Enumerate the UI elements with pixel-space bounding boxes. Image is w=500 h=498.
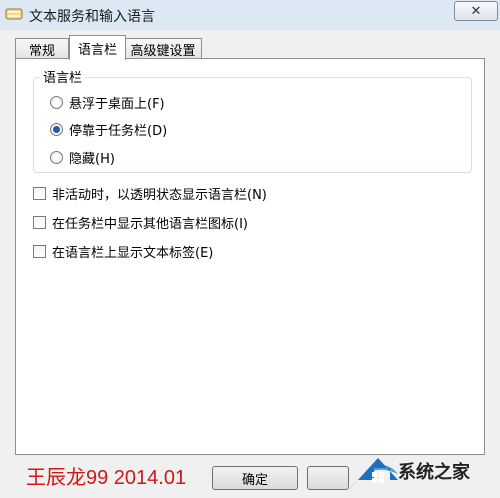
ok-button[interactable]: 确定 xyxy=(212,466,298,490)
tab-label: 高级键设置 xyxy=(130,43,196,59)
radio-label: 停靠于任务栏(D) xyxy=(69,124,168,139)
tab-language-bar[interactable]: 语言栏 xyxy=(69,35,126,60)
radio-button[interactable] xyxy=(50,151,63,164)
tab-label: 语言栏 xyxy=(77,42,117,58)
radio-button[interactable] xyxy=(50,123,63,136)
checkbox[interactable] xyxy=(33,245,46,258)
radio-dock-in-taskbar[interactable]: 停靠于任务栏(D) xyxy=(50,120,167,139)
checkbox-label: 在任务栏中显示其他语言栏图标(I) xyxy=(52,217,248,232)
tab-label: 常规 xyxy=(28,43,55,59)
window-title: 文本服务和输入语言 xyxy=(29,9,155,25)
radio-float-on-desktop[interactable]: 悬浮于桌面上(F) xyxy=(50,93,165,112)
title-bar: 文本服务和输入语言 ✕ xyxy=(0,0,500,30)
checkbox-label: 非活动时，以透明状态显示语言栏(N) xyxy=(52,188,267,203)
close-icon: ✕ xyxy=(470,3,482,19)
button-label: 确定 xyxy=(241,472,268,488)
watermark-text: 系统之家 xyxy=(398,462,470,483)
radio-hidden[interactable]: 隐藏(H) xyxy=(50,148,115,167)
checkbox-label: 在语言栏上显示文本标签(E) xyxy=(52,246,214,261)
signature-text: 王辰龙99 2014.01 xyxy=(26,467,187,489)
radio-label: 悬浮于桌面上(F) xyxy=(69,97,165,112)
tab-general[interactable]: 常规 xyxy=(15,38,69,59)
groupbox-title: 语言栏 xyxy=(40,67,86,86)
radio-label: 隐藏(H) xyxy=(69,152,115,167)
checkbox-show-text-labels[interactable]: 在语言栏上显示文本标签(E) xyxy=(33,242,213,261)
tab-advanced-key-settings[interactable]: 高级键设置 xyxy=(124,38,202,59)
checkbox[interactable] xyxy=(33,187,46,200)
keyboard-icon xyxy=(5,8,23,20)
checkbox[interactable] xyxy=(33,216,46,229)
close-button[interactable]: ✕ xyxy=(454,1,498,21)
checkbox-transparent-when-inactive[interactable]: 非活动时，以透明状态显示语言栏(N) xyxy=(33,184,267,203)
radio-button[interactable] xyxy=(50,96,63,109)
checkbox-show-additional-icons[interactable]: 在任务栏中显示其他语言栏图标(I) xyxy=(33,213,248,232)
